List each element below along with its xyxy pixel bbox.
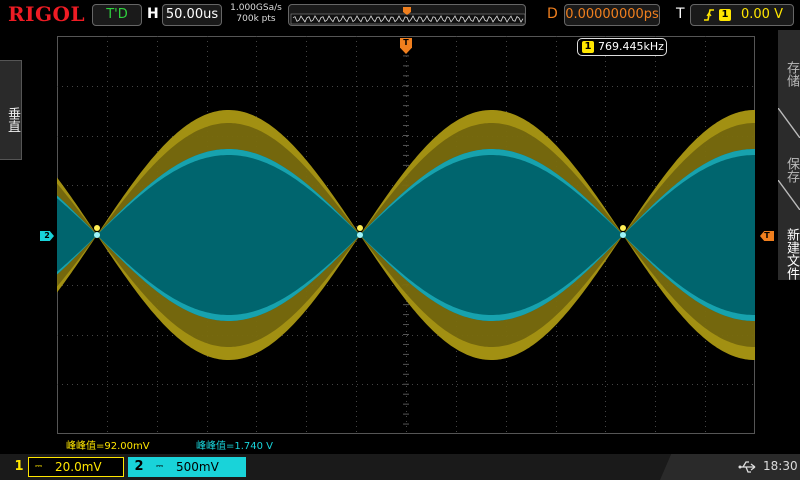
dc-coupling-icon: ⎓ (156, 462, 164, 472)
memory-waveform-bar[interactable] (288, 4, 526, 26)
frequency-counter: 1 769.445kHz (577, 38, 667, 56)
brand-logo: RIGOL (8, 2, 86, 26)
ch1-scale: 20.0mV (55, 460, 102, 474)
ch2-node-glint (94, 232, 100, 238)
left-panel: 垂直 (0, 30, 24, 454)
trigger-label: T (676, 6, 685, 22)
ch2-number: 2 (128, 457, 150, 477)
timebase-display[interactable]: 50.00us (162, 4, 222, 26)
top-status-bar: RIGOL T'D H 50.00us 1.000GSa/s 700k pts … (0, 0, 800, 30)
sample-rate: 1.000GSa/s (230, 3, 282, 13)
waveform-display[interactable] (57, 36, 755, 434)
right-softkey-menu: 存储 保存 新建文件 (778, 30, 800, 454)
ch2-scale-box: ⎓ 500mV (150, 457, 246, 477)
ch1-number: 1 (14, 459, 24, 474)
acquisition-info: 1.000GSa/s 700k pts (230, 3, 282, 25)
vertical-menu-tab[interactable]: 垂直 (0, 60, 22, 160)
rising-edge-icon (703, 5, 715, 32)
frequency-source-badge: 1 (582, 41, 594, 53)
memory-depth: 700k pts (236, 14, 276, 24)
trigger-level-marker[interactable]: T (760, 231, 774, 241)
run-state-indicator[interactable]: T'D (92, 4, 142, 26)
usb-icon (738, 459, 758, 475)
ch2-node-glint (357, 232, 363, 238)
ch1-peak-to-peak: 峰峰值=92.00mV (66, 441, 150, 452)
trigger-level: 0.00 V (741, 7, 783, 22)
ch2-scale: 500mV (176, 460, 219, 474)
dc-coupling-icon: ⎓ (35, 462, 43, 472)
menu-divider (778, 108, 800, 138)
clock: 18:30 (763, 459, 798, 473)
menu-item-new-file[interactable]: 新建文件 (778, 214, 800, 294)
graticule (57, 36, 755, 434)
ch1-node-glint (357, 225, 363, 231)
memory-overview-icon (290, 7, 525, 25)
ch1-node-glint (94, 225, 100, 231)
ch2-node-glint (620, 232, 626, 238)
trigger-display[interactable]: 1 0.00 V (690, 4, 794, 26)
frequency-value: 769.445kHz (598, 40, 664, 53)
ch2-peak-to-peak: 峰峰值=1.740 V (196, 441, 274, 452)
menu-item-storage[interactable]: 存储 (778, 44, 800, 104)
ch2-offset-marker[interactable]: 2 (40, 231, 54, 241)
trigger-source-badge: 1 (719, 9, 731, 21)
channel-status-bar: 1 ⎓ 20.0mV 2 ⎓ 500mV 18:30 (0, 454, 800, 480)
ch1-scale-box: ⎓ 20.0mV (28, 457, 124, 477)
menu-divider (778, 180, 800, 210)
horizontal-label: H (147, 6, 159, 22)
ch1-node-glint (620, 225, 626, 231)
delay-label: D (547, 6, 558, 22)
delay-display[interactable]: 0.00000000ps (564, 4, 660, 26)
